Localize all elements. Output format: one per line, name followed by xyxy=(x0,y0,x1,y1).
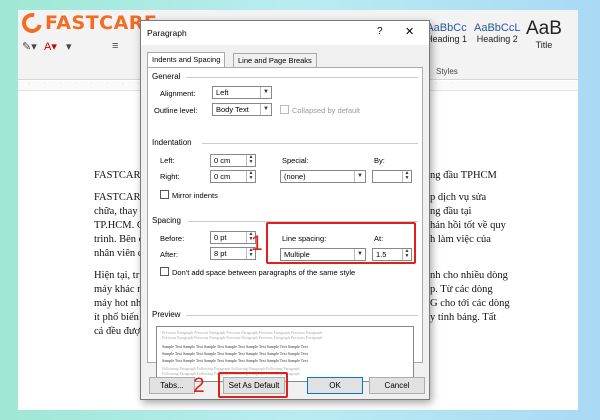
doc-line: ít phổ biến xyxy=(94,312,139,323)
paragraph-dialog: Paragraph ? ✕ Indents and Spacing Line a… xyxy=(140,20,430,400)
preview-sample-line: Sample Text Sample Text Sample Text Samp… xyxy=(162,344,308,349)
right-indent-input[interactable]: 0 cm ▲ ▼ xyxy=(210,170,256,183)
left-indent-value: 0 cm xyxy=(214,156,231,165)
right-indent-label: Right: xyxy=(160,172,180,181)
special-value: (none) xyxy=(284,172,306,181)
after-label: After: xyxy=(160,250,178,259)
preview-prev-line: Previous Paragraph Previous Paragraph Pr… xyxy=(162,335,323,340)
doc-line: nh cho nhiều dòng xyxy=(430,270,508,281)
left-indent-label: Left: xyxy=(160,156,175,165)
doc-line: FASTCARE xyxy=(94,170,147,181)
fastcare-logo: FASTCARE xyxy=(18,10,157,37)
dont-add-space-label: Don't add space between paragraphs of th… xyxy=(172,268,356,277)
divider xyxy=(186,315,418,316)
collapsed-label: Collapsed by default xyxy=(292,106,360,115)
spinner-icon[interactable]: ▲ ▼ xyxy=(246,155,255,166)
logo-mark-icon xyxy=(18,10,46,37)
mirror-indents-label: Mirror indents xyxy=(172,191,218,200)
before-value: 0 pt xyxy=(214,233,227,242)
tab-panel: General Alignment: Left ▼ Outline level:… xyxy=(147,67,423,382)
annotation-number-2: 2 xyxy=(193,374,205,397)
doc-line: máy hot nh xyxy=(94,298,142,309)
doc-line: G cho tới các dòng xyxy=(430,298,510,309)
tabs-button[interactable]: Tabs... xyxy=(149,377,195,394)
style-title[interactable]: AaB Title xyxy=(526,18,562,50)
styles-group-label: Styles xyxy=(436,67,458,76)
doc-line: TP.HCM. C xyxy=(94,220,144,231)
font-color-icon[interactable]: A▾ xyxy=(44,40,57,53)
style-name: Heading 1 xyxy=(426,34,468,44)
doc-line: p. Từ các dòng xyxy=(430,284,493,295)
outline-level-value: Body Text xyxy=(216,105,249,114)
outline-level-label: Outline level: xyxy=(154,106,198,115)
style-name: Heading 2 xyxy=(476,34,518,44)
help-icon[interactable]: ? xyxy=(377,26,383,37)
doc-line: trình. Bên c xyxy=(94,234,144,245)
align-left-icon[interactable]: ≡ xyxy=(112,40,118,52)
style-name: Title xyxy=(535,40,553,50)
alignment-label: Alignment: xyxy=(160,89,196,98)
by-input[interactable]: ▲ ▼ xyxy=(372,170,412,183)
right-indent-value: 0 cm xyxy=(214,172,231,181)
doc-line: y tính bảng. Tất xyxy=(430,312,497,323)
chevron-down-icon: ▼ xyxy=(354,171,365,182)
preview-heading: Preview xyxy=(152,310,181,319)
doc-line: ng đầu TPHCM xyxy=(430,170,497,181)
close-icon[interactable]: ✕ xyxy=(405,25,414,38)
chevron-down-icon: ▼ xyxy=(260,87,271,98)
indentation-heading: Indentation xyxy=(152,138,192,147)
chevron-down-icon: ▼ xyxy=(260,104,271,115)
spinner-icon[interactable]: ▲ ▼ xyxy=(402,171,411,182)
doc-line: FASTCARE xyxy=(94,192,147,203)
mirror-indents-checkbox[interactable] xyxy=(160,190,169,199)
style-sample: AaB xyxy=(526,18,562,39)
style-heading-2[interactable]: AaBbCcL Heading 2 xyxy=(474,22,520,44)
divider xyxy=(186,77,418,78)
spacing-heading: Spacing xyxy=(152,216,181,225)
style-sample: AaBbCc xyxy=(426,22,467,34)
cancel-button[interactable]: Cancel xyxy=(369,377,425,394)
tab-indents-and-spacing[interactable]: Indents and Spacing xyxy=(147,52,226,68)
doc-line: cả đều được xyxy=(94,326,145,337)
doc-line: p dịch vụ sửa xyxy=(430,192,487,203)
ok-button[interactable]: OK xyxy=(307,377,363,394)
after-value: 8 pt xyxy=(214,249,227,258)
outline-level-select[interactable]: Body Text ▼ xyxy=(212,103,272,116)
style-heading-1[interactable]: AaBbCc Heading 1 xyxy=(426,22,467,44)
doc-line: h làm việc của xyxy=(430,234,491,245)
alignment-select[interactable]: Left ▼ xyxy=(212,86,272,99)
doc-line: Hiện tại, trư xyxy=(94,270,145,281)
after-input[interactable]: 8 pt ▲ ▼ xyxy=(210,247,256,260)
tab-line-and-page-breaks[interactable]: Line and Page Breaks xyxy=(233,53,317,67)
special-select[interactable]: (none) ▼ xyxy=(280,170,366,183)
doc-line: máy khác n xyxy=(94,284,143,295)
before-label: Before: xyxy=(160,234,185,243)
doc-line: nhân viên c xyxy=(94,248,143,259)
more-icon[interactable]: ▾ xyxy=(66,40,72,53)
preview-sample-line: Sample Text Sample Text Sample Text Samp… xyxy=(162,358,308,363)
by-label: By: xyxy=(374,156,385,165)
special-label: Special: xyxy=(282,156,309,165)
before-input[interactable]: 0 pt ▲ ▼ xyxy=(210,231,256,244)
doc-line: hản hồi tốt về quy xyxy=(430,220,506,231)
text-highlight-icon[interactable]: ✎▾ xyxy=(22,40,37,53)
divider xyxy=(202,143,418,144)
spinner-icon[interactable]: ▲ ▼ xyxy=(246,171,255,182)
highlight-set-as-default xyxy=(218,372,288,398)
alignment-value: Left xyxy=(216,88,229,97)
style-sample: AaBbCcL xyxy=(474,22,521,34)
general-heading: General xyxy=(152,72,181,81)
left-indent-input[interactable]: 0 cm ▲ ▼ xyxy=(210,154,256,167)
annotation-number-1: 1 xyxy=(251,232,263,255)
preview-sample-line: Sample Text Sample Text Sample Text Samp… xyxy=(162,351,308,356)
doc-line: ng đầu tại xyxy=(430,206,472,217)
dialog-title: Paragraph xyxy=(147,28,187,38)
dialog-titlebar[interactable]: Paragraph ? ✕ xyxy=(141,21,429,45)
doc-line: chữa, thay n xyxy=(94,206,146,217)
highlight-line-spacing xyxy=(266,222,416,264)
dont-add-space-checkbox[interactable] xyxy=(160,267,169,276)
collapsed-checkbox[interactable] xyxy=(280,105,289,114)
